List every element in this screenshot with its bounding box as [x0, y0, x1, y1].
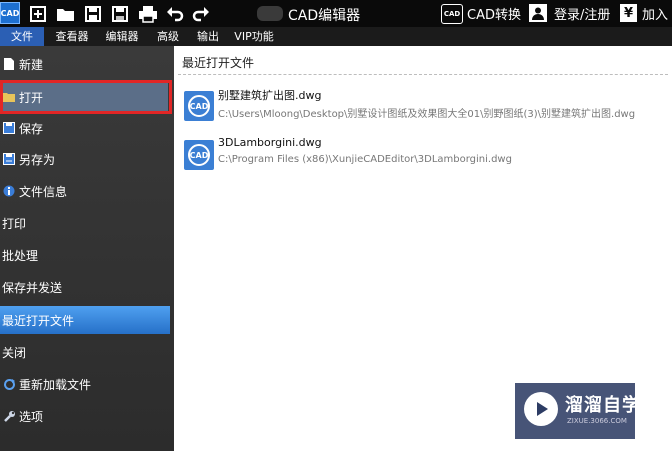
play-logo-icon [524, 392, 558, 426]
app-logo[interactable]: CAD [0, 2, 20, 24]
sidebar-item-label: 重新加载文件 [19, 377, 92, 392]
menu-viewer[interactable]: 查看器 [50, 27, 94, 46]
sidebar-item-batch[interactable]: 批处理 [0, 240, 170, 270]
sidebar-item-label: 关闭 [2, 345, 27, 360]
recent-file-item[interactable]: CAD 别墅建筑扩出图.dwg C:\Users\Mloong\Desktop\… [182, 87, 662, 123]
sidebar-item-options[interactable]: 选项 [0, 401, 170, 431]
yen-icon[interactable]: ¥ [620, 4, 637, 22]
menu-advanced[interactable]: 高级 [150, 27, 186, 46]
sidebar-item-recent-files[interactable]: 最近打开文件 [0, 306, 170, 334]
title-redacted [257, 6, 283, 21]
save-as-icon [2, 152, 16, 166]
menu-vip[interactable]: VIP功能 [230, 27, 278, 46]
sidebar-item-label: 另存为 [19, 152, 56, 167]
sidebar-item-reload[interactable]: 重新加载文件 [0, 369, 170, 399]
wrench-icon [2, 409, 16, 423]
menu-file[interactable]: 文件 [0, 27, 44, 46]
window-title: CAD编辑器 [288, 8, 361, 24]
app-logo-text: CAD [0, 8, 20, 18]
file-path: C:\Users\Mloong\Desktop\别墅设计图纸及效果图大全01\别… [218, 109, 636, 120]
open-highlight-box [0, 80, 172, 114]
undo-icon[interactable] [164, 3, 185, 24]
sidebar-item-save[interactable]: 保存 [0, 113, 170, 143]
sidebar-item-label: 打印 [2, 216, 27, 231]
file-name: 别墅建筑扩出图.dwg [218, 89, 322, 102]
join-button[interactable]: 加入 [642, 4, 668, 23]
sidebar-item-close[interactable]: 关闭 [0, 337, 170, 367]
print-icon[interactable] [137, 3, 158, 24]
sidebar-item-label: 文件信息 [19, 184, 68, 199]
menu-output[interactable]: 输出 [190, 27, 226, 46]
sidebar-item-label: 选项 [19, 409, 44, 424]
cad-file-icon: CAD [184, 140, 214, 170]
save-as-icon[interactable] [109, 3, 130, 24]
file-name: 3DLamborgini.dwg [218, 136, 322, 149]
menu-editor[interactable]: 编辑器 [100, 27, 144, 46]
new-file-icon[interactable] [27, 3, 48, 24]
cad-file-icon: CAD [184, 91, 214, 121]
new-icon [2, 57, 16, 71]
open-folder-icon[interactable] [55, 3, 76, 24]
sidebar-item-file-info[interactable]: 文件信息 [0, 176, 170, 206]
save-icon[interactable] [82, 3, 103, 24]
save-icon [2, 121, 16, 135]
cad-convert-icon[interactable]: CAD [441, 4, 463, 24]
cad-file-icon-text: CAD [190, 151, 209, 160]
sidebar-item-label: 批处理 [2, 248, 39, 263]
file-path: C:\Program Files (x86)\XunjieCADEditor\3… [218, 154, 512, 165]
sidebar-item-print[interactable]: 打印 [0, 208, 170, 238]
info-icon [2, 184, 16, 198]
section-divider [178, 74, 668, 75]
recent-file-item[interactable]: CAD 3DLamborgini.dwg C:\Program Files (x… [182, 136, 662, 172]
menu-bar: 文件 查看器 编辑器 高级 输出 VIP功能 [0, 27, 672, 46]
user-icon[interactable] [529, 4, 547, 22]
redo-icon[interactable] [190, 3, 211, 24]
watermark: 溜溜自学 ZIXUE.3066.COM [515, 383, 640, 439]
watermark-brand: 溜溜自学 [565, 395, 641, 416]
login-button[interactable]: 登录/注册 [554, 4, 610, 23]
sidebar-item-save-as[interactable]: 另存为 [0, 144, 170, 174]
title-bar: CAD CAD编辑器 CAD CAD转换 登录/注册 ¥ 加入 [0, 0, 672, 27]
sidebar-item-label: 新建 [19, 57, 44, 72]
sidebar-item-new[interactable]: 新建 [0, 49, 170, 79]
sidebar-item-label: 最近打开文件 [2, 313, 75, 328]
yen-symbol: ¥ [623, 5, 634, 21]
sidebar-item-save-send[interactable]: 保存并发送 [0, 272, 170, 302]
watermark-url: ZIXUE.3066.COM [567, 417, 627, 425]
recent-files-title: 最近打开文件 [182, 56, 255, 70]
reload-icon [2, 377, 16, 391]
cad-file-icon-text: CAD [190, 102, 209, 111]
cad-convert-button[interactable]: CAD转换 [467, 4, 521, 23]
sidebar-item-label: 保存并发送 [2, 280, 63, 295]
sidebar-item-label: 保存 [19, 121, 44, 136]
